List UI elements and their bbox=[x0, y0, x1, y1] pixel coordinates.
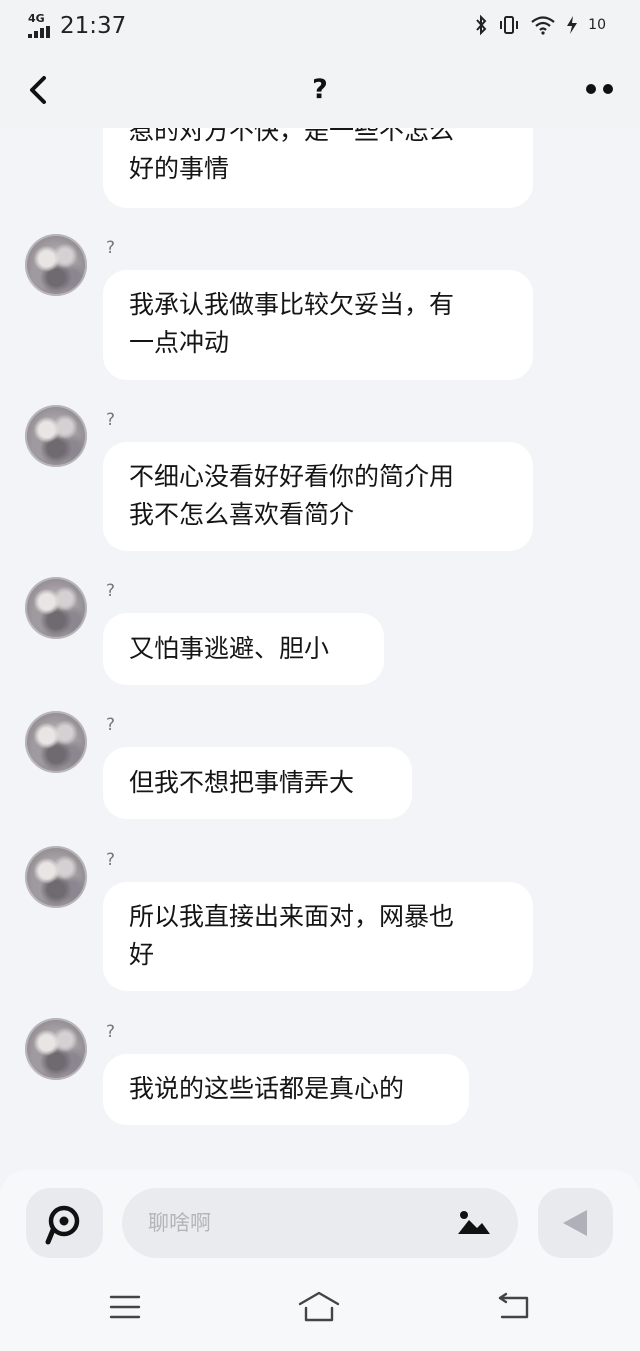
message-line: 又怕事逃避、胆小 bbox=[129, 634, 330, 663]
avatar[interactable] bbox=[25, 577, 87, 639]
send-icon bbox=[563, 1210, 587, 1236]
more-dots-icon[interactable] bbox=[584, 82, 616, 96]
message-line: 但我不想把事情弄大 bbox=[129, 768, 355, 797]
avatar[interactable] bbox=[25, 405, 87, 467]
home-icon[interactable] bbox=[296, 1290, 342, 1324]
battery-level: 10 bbox=[588, 17, 606, 33]
message-line: 所以我直接出来面对，网暴也 bbox=[129, 902, 455, 931]
voice-button[interactable] bbox=[26, 1188, 103, 1258]
avatar[interactable] bbox=[25, 1018, 87, 1080]
message-line: 好 bbox=[129, 940, 155, 969]
message-list[interactable]: 惹的对方不快，是一些不怎么 好的事情 ? 我承认我做事比较欠妥当，有 一点冲动 … bbox=[0, 128, 640, 1170]
network-type: 4G bbox=[28, 12, 45, 25]
message-line: 我承认我做事比较欠妥当，有 bbox=[129, 290, 455, 319]
sender-name: ? bbox=[106, 238, 116, 258]
chat-header: ? bbox=[0, 52, 640, 128]
avatar[interactable] bbox=[25, 234, 87, 296]
wifi-icon bbox=[531, 16, 555, 35]
message-bubble[interactable]: 我承认我做事比较欠妥当，有 一点冲动 bbox=[103, 270, 533, 380]
sender-name: ? bbox=[106, 850, 116, 870]
bluetooth-icon bbox=[476, 14, 487, 36]
status-icons: 10 bbox=[474, 14, 606, 36]
system-nav-bar bbox=[0, 1268, 640, 1351]
sender-name: ? bbox=[106, 715, 116, 735]
status-time: 21:37 bbox=[60, 13, 127, 39]
message-bubble[interactable]: 又怕事逃避、胆小 bbox=[103, 613, 384, 685]
image-icon[interactable] bbox=[456, 1208, 492, 1238]
voice-icon bbox=[45, 1205, 80, 1245]
sender-name: ? bbox=[106, 410, 116, 430]
charging-icon bbox=[567, 16, 578, 34]
message-line: 惹的对方不快，是一些不怎么 bbox=[129, 128, 455, 145]
message-bubble[interactable]: 但我不想把事情弄大 bbox=[103, 747, 412, 819]
message-bubble[interactable]: 我说的这些话都是真心的 bbox=[103, 1054, 469, 1125]
avatar[interactable] bbox=[25, 846, 87, 908]
message-line: 我不怎么喜欢看简介 bbox=[129, 500, 355, 529]
send-button[interactable] bbox=[538, 1188, 613, 1258]
message-bubble[interactable]: 所以我直接出来面对，网暴也 好 bbox=[103, 882, 533, 991]
sender-name: ? bbox=[106, 1022, 116, 1042]
avatar[interactable] bbox=[25, 711, 87, 773]
message-line: 我说的这些话都是真心的 bbox=[129, 1074, 405, 1103]
message-line: 一点冲动 bbox=[129, 328, 230, 357]
menu-icon[interactable] bbox=[108, 1294, 142, 1320]
chat-title: ? bbox=[312, 74, 328, 105]
status-bar: 4G 21:37 10 bbox=[0, 0, 640, 52]
back-nav-icon[interactable] bbox=[496, 1292, 532, 1322]
sender-name: ? bbox=[106, 581, 116, 601]
composer-bar bbox=[0, 1170, 640, 1268]
message-bubble[interactable]: 不细心没看好好看你的简介用 我不怎么喜欢看简介 bbox=[103, 442, 533, 551]
vibrate-icon bbox=[500, 16, 519, 34]
message-bubble[interactable]: 惹的对方不快，是一些不怎么 好的事情 bbox=[103, 128, 533, 208]
signal-icon: 4G bbox=[28, 12, 54, 38]
message-line: 不细心没看好好看你的简介用 bbox=[129, 462, 455, 491]
message-line: 好的事情 bbox=[129, 154, 230, 183]
